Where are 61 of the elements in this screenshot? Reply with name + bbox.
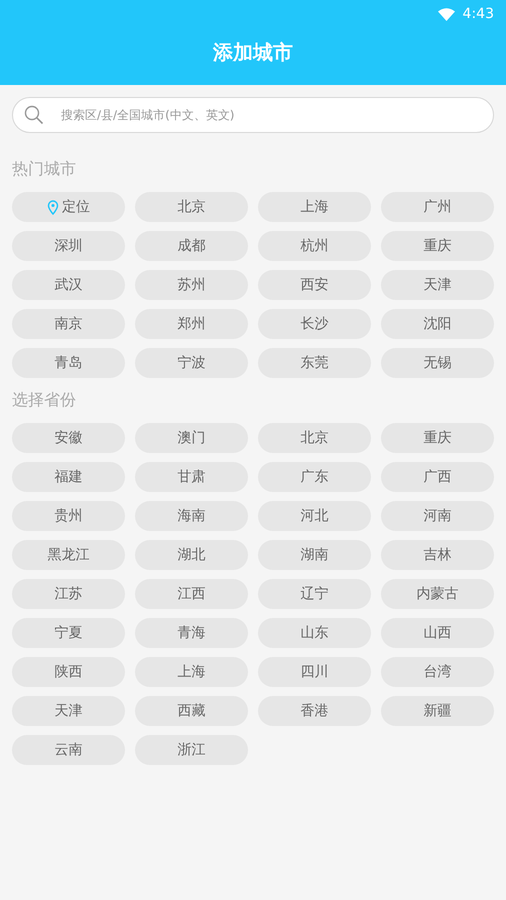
city-button[interactable]: 郑州 [135, 309, 248, 339]
province-button[interactable]: 江苏 [12, 579, 125, 609]
province-button[interactable]: 辽宁 [258, 579, 371, 609]
province-button[interactable]: 浙江 [135, 735, 248, 765]
province-button[interactable]: 广东 [258, 462, 371, 492]
province-button[interactable]: 青海 [135, 618, 248, 648]
province-button[interactable]: 香港 [258, 696, 371, 726]
province-button[interactable]: 福建 [12, 462, 125, 492]
province-button[interactable]: 湖北 [135, 540, 248, 570]
city-button[interactable]: 重庆 [381, 231, 494, 261]
province-button[interactable]: 天津 [12, 696, 125, 726]
province-button[interactable]: 台湾 [381, 657, 494, 687]
city-button[interactable]: 东莞 [258, 348, 371, 378]
province-button[interactable]: 吉林 [381, 540, 494, 570]
province-button[interactable]: 江西 [135, 579, 248, 609]
province-button[interactable]: 贵州 [12, 501, 125, 531]
province-button[interactable]: 广西 [381, 462, 494, 492]
search-field[interactable]: 搜索区/县/全国城市(中文、英文) [12, 97, 494, 133]
province-button[interactable]: 海南 [135, 501, 248, 531]
province-button[interactable]: 新疆 [381, 696, 494, 726]
city-button[interactable]: 西安 [258, 270, 371, 300]
province-button[interactable]: 重庆 [381, 423, 494, 453]
province-button[interactable]: 湖南 [258, 540, 371, 570]
city-button[interactable]: 上海 [258, 192, 371, 222]
province-button[interactable]: 山西 [381, 618, 494, 648]
province-button[interactable]: 山东 [258, 618, 371, 648]
location-pin-icon [47, 200, 59, 214]
city-button[interactable]: 杭州 [258, 231, 371, 261]
section-title: 选择省份 [12, 389, 77, 411]
city-button[interactable]: 北京 [135, 192, 248, 222]
section-title: 热门城市 [12, 158, 77, 180]
city-button[interactable]: 长沙 [258, 309, 371, 339]
city-button[interactable]: 广州 [381, 192, 494, 222]
status-time: 4:43 [462, 6, 494, 22]
wifi-icon [438, 8, 455, 20]
city-button[interactable]: 南京 [12, 309, 125, 339]
province-button[interactable]: 澳门 [135, 423, 248, 453]
locate-button[interactable]: 定位 [12, 192, 125, 222]
city-button[interactable]: 宁波 [135, 348, 248, 378]
city-button[interactable]: 苏州 [135, 270, 248, 300]
province-button[interactable]: 甘肃 [135, 462, 248, 492]
province-button[interactable]: 安徽 [12, 423, 125, 453]
province-button[interactable]: 上海 [135, 657, 248, 687]
page-title: 添加城市 [213, 39, 293, 66]
province-button[interactable]: 河南 [381, 501, 494, 531]
province-button[interactable]: 内蒙古 [381, 579, 494, 609]
city-button[interactable]: 无锡 [381, 348, 494, 378]
city-button[interactable]: 青岛 [12, 348, 125, 378]
city-button[interactable]: 天津 [381, 270, 494, 300]
province-button[interactable]: 北京 [258, 423, 371, 453]
province-button[interactable]: 西藏 [135, 696, 248, 726]
city-button[interactable]: 沈阳 [381, 309, 494, 339]
province-button[interactable]: 宁夏 [12, 618, 125, 648]
province-button[interactable]: 陕西 [12, 657, 125, 687]
province-button[interactable]: 四川 [258, 657, 371, 687]
province-button[interactable]: 黑龙江 [12, 540, 125, 570]
province-button[interactable]: 云南 [12, 735, 125, 765]
city-button[interactable]: 深圳 [12, 231, 125, 261]
city-button[interactable]: 武汉 [12, 270, 125, 300]
city-button[interactable]: 成都 [135, 231, 248, 261]
province-button[interactable]: 河北 [258, 501, 371, 531]
